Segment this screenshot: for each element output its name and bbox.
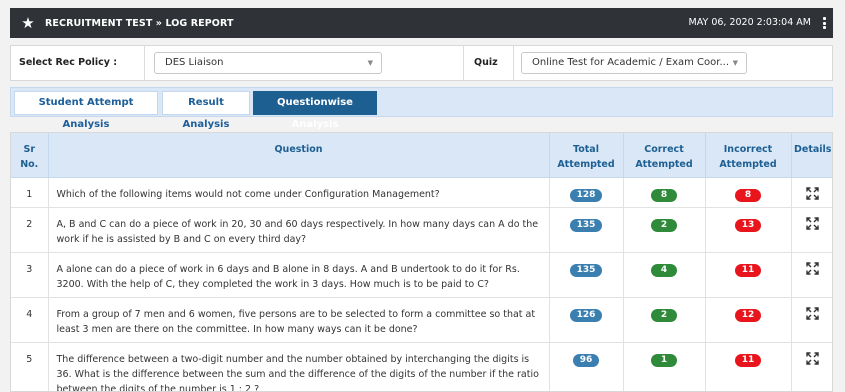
expand-icon[interactable] (806, 306, 819, 320)
correct-badge: 2 (651, 308, 677, 322)
datetime-display: MAY 06, 2020 2:03:04 AM (688, 17, 811, 28)
caret-down-icon: ▼ (732, 59, 738, 67)
page-title: RECRUITMENT TEST » LOG REPORT (45, 17, 234, 29)
total-cell: 128 (549, 177, 624, 208)
incorrect-cell: 11 (705, 252, 792, 298)
correct-badge: 2 (651, 218, 677, 232)
divider (513, 46, 514, 80)
question-cell: From a group of 7 men and 6 women, five … (48, 297, 550, 343)
divider (463, 46, 464, 80)
col-header-question: Question (48, 133, 550, 178)
divider (144, 46, 145, 80)
questionwise-table: Sr No. Question Total Attempted Correct Att… (11, 133, 832, 391)
col-header-total-attempted: Total Attempted (549, 133, 624, 178)
expand-icon[interactable] (806, 261, 819, 275)
details-cell (791, 297, 832, 343)
incorrect-badge: 11 (734, 263, 762, 277)
total-badge: 96 (572, 353, 600, 367)
incorrect-badge: 12 (734, 308, 762, 322)
incorrect-cell: 8 (705, 177, 792, 208)
details-cell (791, 177, 832, 208)
col-header-sr: Sr No. (11, 133, 49, 178)
details-cell (791, 252, 832, 298)
details-cell (791, 342, 832, 391)
table-row: 3 A alone can do a piece of work in 6 da… (11, 252, 832, 298)
sr-cell: 2 (11, 207, 49, 253)
incorrect-cell: 12 (705, 297, 792, 343)
sr-cell: 4 (11, 297, 49, 343)
rec-policy-value: DES Liaison (165, 57, 224, 68)
sr-cell: 5 (11, 342, 49, 391)
total-cell: 96 (549, 342, 624, 391)
incorrect-badge: 13 (734, 218, 762, 232)
tab-student-attempt-analysis[interactable]: Student Attempt Analysis (14, 91, 158, 130)
details-cell (791, 207, 832, 253)
table-row: 2 A, B and C can do a piece of work in 2… (11, 207, 832, 253)
correct-cell: 8 (623, 177, 706, 208)
total-badge: 128 (569, 188, 603, 202)
incorrect-badge: 8 (735, 188, 761, 202)
tab-bar: Student Attempt Analysis Result Analysis… (10, 87, 833, 130)
quiz-label: Quiz (474, 57, 498, 68)
expand-icon[interactable] (806, 216, 819, 230)
kebab-menu-icon[interactable] (822, 17, 826, 29)
questionwise-table-container: Sr No. Question Total Attempted Correct Att… (10, 132, 833, 392)
correct-cell: 4 (623, 252, 706, 298)
correct-badge: 1 (651, 353, 677, 367)
quiz-value: Online Test for Academic / Exam Coor... (532, 57, 730, 68)
table-row: 4 From a group of 7 men and 6 women, fiv… (11, 297, 832, 343)
table-row: 1 Which of the following items would not… (11, 177, 832, 208)
star-icon: ★ (21, 14, 35, 32)
total-badge: 135 (569, 263, 603, 277)
question-cell: A alone can do a piece of work in 6 days… (48, 252, 550, 298)
table-header-row: Sr No. Question Total Attempted Correct Att… (11, 133, 832, 178)
col-header-correct-attempted: Correct Attempted (623, 133, 706, 178)
tab-questionwise-analysis[interactable]: Questionwise Analysis (253, 91, 377, 130)
col-header-incorrect-attempted: Incorrect Attempted (705, 133, 792, 178)
title-bar: ★ RECRUITMENT TEST » LOG REPORT MAY 06, … (10, 8, 833, 38)
total-badge: 135 (569, 218, 603, 232)
incorrect-badge: 11 (734, 353, 762, 367)
total-cell: 135 (549, 252, 624, 298)
correct-cell: 1 (623, 342, 706, 391)
rec-policy-label: Select Rec Policy : (19, 57, 118, 68)
question-cell: A, B and C can do a piece of work in 20,… (48, 207, 550, 253)
question-cell: The difference between a two-digit numbe… (48, 342, 550, 391)
tab-result-analysis[interactable]: Result Analysis (162, 91, 250, 130)
page: ★ RECRUITMENT TEST » LOG REPORT MAY 06, … (0, 0, 845, 392)
col-header-details: Details (791, 133, 832, 178)
caret-down-icon: ▼ (367, 59, 373, 67)
rec-policy-select[interactable]: DES Liaison ▼ (154, 52, 382, 74)
incorrect-cell: 13 (705, 207, 792, 253)
total-cell: 135 (549, 207, 624, 253)
expand-icon[interactable] (806, 351, 819, 365)
filter-bar: Select Rec Policy : DES Liaison ▼ Quiz O… (10, 45, 833, 81)
sr-cell: 3 (11, 252, 49, 298)
correct-cell: 2 (623, 297, 706, 343)
correct-cell: 2 (623, 207, 706, 253)
quiz-select[interactable]: Online Test for Academic / Exam Coor... … (521, 52, 747, 74)
total-cell: 126 (549, 297, 624, 343)
table-row: 5 The difference between a two-digit num… (11, 342, 832, 391)
question-cell: Which of the following items would not c… (48, 177, 550, 208)
expand-icon[interactable] (806, 186, 819, 200)
total-badge: 126 (569, 308, 603, 322)
correct-badge: 4 (651, 263, 677, 277)
incorrect-cell: 11 (705, 342, 792, 391)
correct-badge: 8 (651, 188, 677, 202)
sr-cell: 1 (11, 177, 49, 208)
